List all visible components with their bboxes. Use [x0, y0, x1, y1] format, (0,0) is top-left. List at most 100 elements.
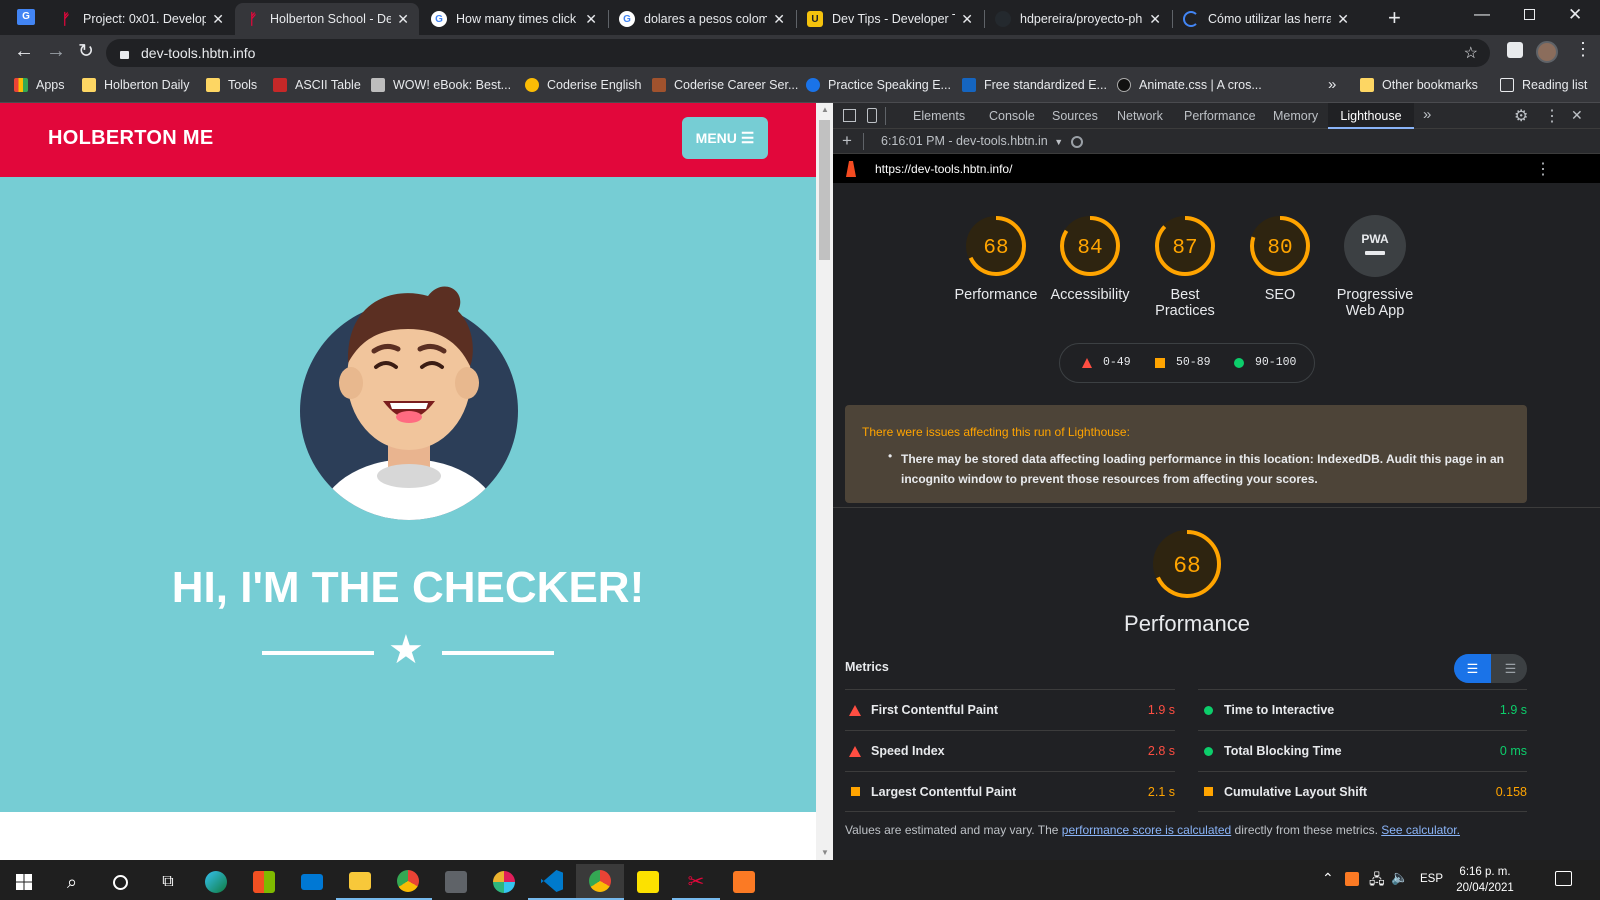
- scrollbar-thumb[interactable]: [819, 120, 830, 260]
- close-tab-icon[interactable]: ✕: [773, 11, 785, 28]
- browser-tab[interactable]: G How many times click e ✕: [421, 3, 607, 35]
- minimize-button[interactable]: —: [1474, 6, 1490, 24]
- calculator-icon[interactable]: [432, 864, 480, 900]
- see-calculator-link[interactable]: See calculator.: [1381, 823, 1460, 837]
- report-menu-icon[interactable]: ⋮: [1535, 159, 1551, 179]
- close-tab-icon[interactable]: ✕: [961, 11, 973, 28]
- browser-menu-icon[interactable]: ⋮: [1574, 39, 1592, 60]
- scroll-up-icon[interactable]: ▲: [821, 105, 829, 114]
- bookmark-link[interactable]: ASCII Table: [273, 78, 361, 92]
- bookmarks-overflow-button[interactable]: »: [1328, 76, 1336, 93]
- windows-taskbar: ⌕ ⧉ ✂ ⌃ 🖧 🔈 ESP 6:16 p. m. 20/04/2021: [0, 860, 1600, 900]
- pass-circle-icon: [1234, 358, 1244, 368]
- device-toolbar-icon[interactable]: [867, 108, 877, 123]
- score-gauge-accessibility[interactable]: 84 Accessibility: [1040, 213, 1140, 303]
- devtools-tab-elements[interactable]: Elements: [913, 109, 965, 123]
- network-icon[interactable]: 🖧: [1369, 869, 1385, 893]
- devtools-close-icon[interactable]: ✕: [1571, 107, 1583, 124]
- task-view-icon[interactable]: ⧉: [144, 864, 192, 900]
- inspect-element-icon[interactable]: [843, 109, 856, 122]
- close-tab-icon[interactable]: ✕: [212, 11, 224, 28]
- score-value: 87: [1172, 237, 1197, 260]
- score-gauge-seo[interactable]: 80 SEO: [1230, 213, 1330, 303]
- edge-icon[interactable]: [192, 864, 240, 900]
- other-bookmarks[interactable]: Other bookmarks: [1360, 78, 1478, 92]
- bookmark-folder[interactable]: Holberton Daily: [82, 78, 189, 92]
- browser-tab[interactable]: U Dev Tips - Developer Tip ✕: [797, 3, 983, 35]
- chrome-icon[interactable]: [384, 864, 432, 900]
- forward-icon[interactable]: →: [46, 40, 66, 63]
- notifications-icon[interactable]: [1555, 871, 1572, 886]
- cortana-icon[interactable]: [96, 864, 144, 900]
- devtools-tab-lighthouse[interactable]: Lighthouse: [1328, 103, 1414, 129]
- score-calculation-link[interactable]: performance score is calculated: [1062, 823, 1231, 837]
- browser-tab-active[interactable]: ᚠ Holberton School - Dev ✕: [235, 3, 419, 35]
- show-hidden-icons[interactable]: ⌃: [1322, 870, 1334, 887]
- bookmark-star-icon[interactable]: ☆: [1464, 43, 1478, 63]
- devtools-tab-performance[interactable]: Performance: [1184, 109, 1256, 123]
- bookmark-folder[interactable]: Tools: [206, 78, 257, 92]
- close-window-button[interactable]: ✕: [1568, 5, 1582, 25]
- new-report-icon[interactable]: +: [842, 131, 852, 151]
- new-tab-button[interactable]: +: [1388, 5, 1401, 31]
- avatar[interactable]: [1536, 41, 1558, 63]
- compact-view-icon[interactable]: ☰: [1454, 654, 1491, 683]
- reading-list[interactable]: Reading list: [1500, 78, 1587, 92]
- bookmark-link[interactable]: Coderise English: [525, 78, 642, 92]
- close-tab-icon[interactable]: ✕: [397, 11, 409, 28]
- volume-icon[interactable]: 🔈: [1391, 869, 1408, 886]
- bookmark-apps[interactable]: Apps: [14, 78, 65, 92]
- close-tab-icon[interactable]: ✕: [585, 11, 597, 28]
- more-tabs-icon[interactable]: »: [1423, 106, 1431, 123]
- devtools-tab-sources[interactable]: Sources: [1052, 109, 1098, 123]
- restore-button[interactable]: [1524, 9, 1535, 20]
- clear-reports-icon[interactable]: [1071, 136, 1083, 148]
- file-explorer-icon[interactable]: [336, 864, 384, 900]
- chrome-active-icon[interactable]: [576, 864, 624, 900]
- metrics-view-toggle[interactable]: ☰ ☰: [1454, 654, 1527, 683]
- devtools-tab-console[interactable]: Console: [989, 109, 1035, 123]
- extensions-icon[interactable]: [1507, 42, 1523, 58]
- close-tab-icon[interactable]: ✕: [1149, 11, 1161, 28]
- close-tab-icon[interactable]: ✕: [1337, 11, 1349, 28]
- system-clock[interactable]: 6:16 p. m. 20/04/2021: [1452, 864, 1518, 896]
- settings-gear-icon[interactable]: ⚙: [1514, 106, 1528, 126]
- devtools-tab-memory[interactable]: Memory: [1273, 109, 1318, 123]
- expanded-view-icon[interactable]: ☰: [1494, 654, 1527, 683]
- score-gauge-best-practices[interactable]: 87 Best Practices: [1135, 213, 1235, 319]
- sticky-notes-icon[interactable]: [624, 864, 672, 900]
- site-brand[interactable]: HOLBERTON ME: [48, 127, 213, 150]
- back-icon[interactable]: ←: [14, 40, 34, 63]
- score-gauge-performance[interactable]: 68 Performance: [946, 213, 1046, 303]
- address-bar[interactable]: dev-tools.hbtn.info ☆: [106, 39, 1490, 67]
- browser-tab[interactable]: Cómo utilizar las herram ✕: [1173, 3, 1359, 35]
- search-icon[interactable]: ⌕: [48, 864, 96, 900]
- input-language[interactable]: ESP: [1420, 873, 1443, 885]
- browser-tab[interactable]: ᚠ Project: 0x01. Developer ✕: [48, 3, 234, 35]
- menu-button[interactable]: MENU ☰: [682, 117, 768, 159]
- report-url[interactable]: https://dev-tools.hbtn.info/: [875, 162, 1012, 176]
- xampp-icon[interactable]: [720, 864, 768, 900]
- google-translate-icon[interactable]: G: [17, 9, 35, 25]
- bookmark-link[interactable]: Animate.css | A cros...: [1117, 78, 1262, 92]
- slack-icon[interactable]: [480, 864, 528, 900]
- bookmark-link[interactable]: Practice Speaking E...: [806, 78, 951, 92]
- devtools-tab-network[interactable]: Network: [1117, 109, 1163, 123]
- score-gauge-pwa[interactable]: PWA Progressive Web App: [1325, 213, 1425, 319]
- mail-icon[interactable]: [288, 864, 336, 900]
- xampp-tray-icon[interactable]: [1345, 872, 1359, 886]
- bookmark-link[interactable]: WOW! eBook: Best...: [371, 78, 511, 92]
- report-selector[interactable]: 6:16:01 PM - dev-tools.hbtn.in ▼: [881, 134, 1063, 148]
- browser-tab[interactable]: G dolares a pesos colomb ✕: [609, 3, 795, 35]
- devtools-menu-icon[interactable]: ⋮: [1544, 106, 1560, 126]
- page-scrollbar[interactable]: ▲ ▼: [816, 103, 833, 860]
- start-button[interactable]: [0, 864, 48, 900]
- reload-icon[interactable]: ↻: [78, 40, 94, 63]
- vscode-icon[interactable]: [528, 864, 576, 900]
- browser-tab[interactable]: hdpereira/proyecto-php ✕: [985, 3, 1171, 35]
- snipping-tool-icon[interactable]: ✂: [672, 864, 720, 900]
- store-icon[interactable]: [240, 864, 288, 900]
- bookmark-link[interactable]: Coderise Career Ser...: [652, 78, 798, 92]
- bookmark-link[interactable]: Free standardized E...: [962, 78, 1107, 92]
- scroll-down-icon[interactable]: ▼: [821, 848, 829, 857]
